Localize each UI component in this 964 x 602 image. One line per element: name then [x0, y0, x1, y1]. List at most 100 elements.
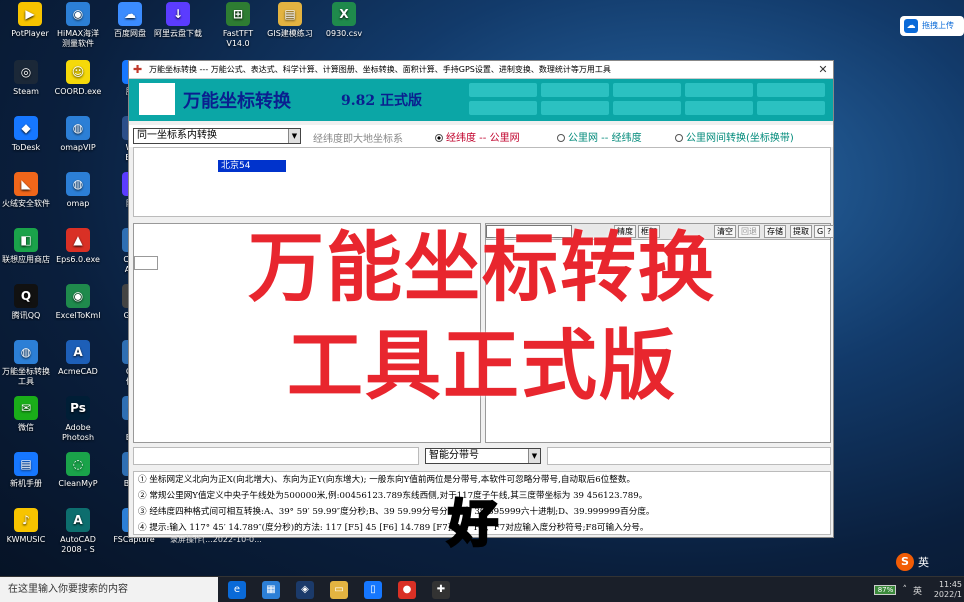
system-tray: 87% ˄ 英 11:45 2022/1 — [874, 577, 964, 602]
phone-icon[interactable]: ▯ — [364, 581, 382, 599]
radio-dot[interactable] — [435, 134, 443, 142]
ime-mode[interactable]: 英 — [918, 554, 929, 570]
banner-slot — [685, 83, 753, 97]
app-icon: ◣ — [14, 172, 38, 196]
mode-row: 同一坐标系内转换 ▼ 经纬度即大地坐标系 经纬度 -- 公里网 公里网 -- 经… — [129, 125, 833, 147]
bottom-row: 智能分带号 ▼ — [133, 445, 831, 467]
app-icon[interactable]: ◈ — [296, 581, 314, 599]
app-icon: ▶ — [18, 2, 42, 26]
overlay-title-line1: 万能坐标转换 — [248, 223, 716, 312]
desktop-icon[interactable]: A AutoCAD 2008 - S — [48, 508, 108, 555]
banner-slot — [613, 101, 681, 115]
desktop-icon[interactable]: ⊞ FastTFT V14.0 — [208, 2, 268, 49]
subtitle-char: 好 — [447, 494, 500, 555]
ime-indicator[interactable]: 英 — [913, 584, 922, 597]
banner-slot — [541, 83, 609, 97]
app-icon: ↓ — [166, 2, 190, 26]
desktop-icon[interactable]: ◍ omapVIP — [48, 116, 108, 153]
desktop-icon[interactable]: ◍ omap — [48, 172, 108, 209]
desktop-icon-label: Adobe Photosh — [61, 423, 95, 442]
desktop-icon-label: COORD.exe — [54, 87, 102, 96]
clock[interactable]: 11:45 2022/1 — [928, 580, 962, 600]
radio-label: 公里网间转换(坐标换带) — [686, 133, 794, 144]
desktop-icon[interactable]: ↓ 阿里云盘下载 — [148, 2, 208, 39]
app-logo-icon: ✚ — [133, 62, 143, 76]
clock-date: 2022/1 — [933, 590, 962, 599]
chevron-down-icon[interactable]: ▼ — [528, 449, 540, 463]
desktop-icon-label: 阿里云盘下载 — [154, 29, 202, 38]
desktop-icon-label: HiMAX海洋 测量软件 — [56, 29, 100, 48]
mode-select[interactable]: 同一坐标系内转换 ▼ — [133, 128, 301, 144]
edge-icon[interactable]: e — [228, 581, 246, 599]
zone-select-value: 智能分带号 — [429, 450, 479, 461]
app-icon: ◌ — [66, 452, 90, 476]
banner-slot — [757, 101, 825, 115]
desktop-icon-label: omapVIP — [60, 143, 96, 152]
app-icon: ▤ — [14, 452, 38, 476]
desktop-icon[interactable]: X 0930.csv — [314, 2, 374, 39]
radio-label: 公里网 -- 经纬度 — [568, 133, 642, 144]
mode-hint: 经纬度即大地坐标系 — [313, 134, 403, 145]
chevron-down-icon[interactable]: ▼ — [288, 129, 300, 143]
converter-taskbar-icon[interactable]: ✚ — [432, 581, 450, 599]
app-version: 9.82 正式版 — [341, 93, 422, 109]
radio-grid-zone-transfer[interactable]: 公里网间转换(坐标换带) — [675, 129, 794, 144]
radio-grid-to-latlon[interactable]: 公里网 -- 经纬度 — [557, 129, 642, 144]
window-title: 万能坐标转换 --- 万能公式、表达式、科学计算、计算图册、坐标转换、面积计算、… — [149, 65, 611, 74]
store-icon[interactable]: ▦ — [262, 581, 280, 599]
banner-slot — [469, 101, 537, 115]
banner-slot — [469, 83, 537, 97]
taskbar-search-input[interactable]: 在这里输入你要搜索的内容 — [0, 577, 218, 602]
bottom-caption: 录屏操作(...2022-10-0... — [170, 535, 262, 544]
radio-latlon-to-grid[interactable]: 经纬度 -- 公里网 — [435, 129, 520, 144]
banner-slot — [613, 83, 681, 97]
status-field-left[interactable] — [133, 447, 419, 465]
close-icon[interactable]: ✕ — [813, 63, 833, 76]
zone-select[interactable]: 智能分带号 ▼ — [425, 448, 541, 464]
desktop-icon-label: GIS建模练习 — [267, 29, 313, 38]
taskbar: 在这里输入你要搜索的内容 e ▦ ◈ ▭ ▯ ● ✚ 87% ˄ 英 11:45… — [0, 576, 964, 602]
banner-slot — [541, 101, 609, 115]
desktop-icon[interactable]: ▤ GIS建模练习 — [260, 2, 320, 39]
window-titlebar[interactable]: ✚ 万能坐标转换 --- 万能公式、表达式、科学计算、计算图册、坐标转换、面积计… — [129, 61, 833, 79]
desktop-icon-label: CleanMyP — [58, 479, 98, 488]
app-icon: ☺ — [66, 60, 90, 84]
app-icon: ◍ — [66, 116, 90, 140]
app-icon: X — [332, 2, 356, 26]
desktop-icon[interactable]: ◌ CleanMyP — [48, 452, 108, 489]
app-icon: ▤ — [278, 2, 302, 26]
folder-icon[interactable]: ▭ — [330, 581, 348, 599]
app-icon: ◆ — [14, 116, 38, 140]
app-icon: ◎ — [14, 60, 38, 84]
desktop-icon-label: AutoCAD 2008 - S — [60, 535, 96, 554]
clock-time: 11:45 — [938, 580, 962, 589]
app-icon: A — [66, 508, 90, 532]
ime-toolbar[interactable]: S 英 — [896, 552, 964, 572]
radio-dot[interactable] — [557, 134, 565, 142]
radio-dot[interactable] — [675, 134, 683, 142]
banner-slot — [685, 101, 753, 115]
banner-logo — [139, 83, 175, 115]
sogou-icon[interactable]: S — [896, 553, 914, 571]
status-field-right[interactable] — [547, 447, 831, 465]
app-title: 万能坐标转换 — [183, 91, 291, 112]
datum-option-beijing54[interactable]: 北京54 — [218, 160, 286, 172]
battery-icon[interactable]: 87% — [874, 585, 897, 595]
desktop-icon[interactable]: ◉ HiMAX海洋 测量软件 — [48, 2, 108, 49]
chevron-up-icon[interactable]: ˄ — [902, 585, 907, 595]
record-icon[interactable]: ● — [398, 581, 416, 599]
overlay-title-line2: 工具正式版 — [287, 321, 677, 410]
banner-slot — [757, 83, 825, 97]
app-icon: ◍ — [66, 172, 90, 196]
upload-button[interactable]: ☁ 拖拽上传 — [900, 16, 964, 36]
app-icon: ☁ — [118, 2, 142, 26]
desktop-icon-label: FastTFT V14.0 — [222, 29, 254, 48]
app-icon: ◉ — [66, 2, 90, 26]
desktop-icon-label: 0930.csv — [325, 29, 363, 38]
app-banner: 万能坐标转换 9.82 正式版 — [129, 79, 833, 121]
desktop-icon[interactable]: ☺ COORD.exe — [48, 60, 108, 97]
app-icon: ⊞ — [226, 2, 250, 26]
cloud-icon: ☁ — [904, 19, 918, 33]
mode-select-value: 同一坐标系内转换 — [137, 130, 217, 141]
upload-label: 拖拽上传 — [922, 21, 954, 30]
